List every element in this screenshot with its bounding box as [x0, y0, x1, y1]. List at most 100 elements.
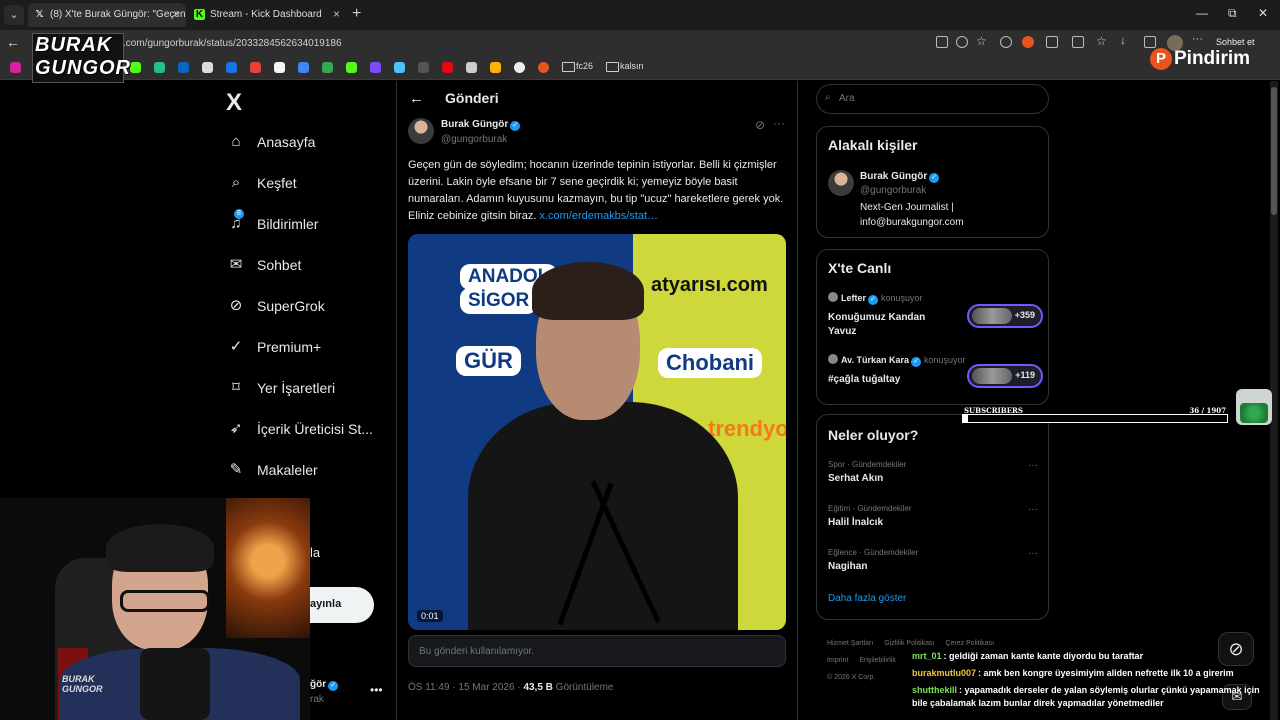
gmail-bookmark-icon[interactable] [250, 62, 261, 73]
browser-back-button[interactable]: ← [6, 34, 20, 50]
footer-link[interactable]: Erişilebilirlik [859, 657, 896, 664]
downloads-icon[interactable]: ↓ [1120, 33, 1132, 47]
favorite-star-icon[interactable]: ☆ [976, 34, 988, 48]
kick-favicon-icon: K [194, 9, 205, 20]
bookmark-icon[interactable] [370, 62, 381, 73]
maximize-button[interactable]: ⧉ [1228, 6, 1237, 21]
footer-link[interactable]: Gizlilik Politikası [884, 640, 934, 647]
footer-link[interactable]: Çerez Politikası [945, 640, 994, 647]
nav-item-explore[interactable]: ⌕ Keşfet [220, 168, 390, 198]
kick-bookmark-icon[interactable] [130, 62, 141, 73]
speaker-hair [532, 262, 644, 320]
bookmark-icon[interactable] [346, 62, 357, 73]
verified-icon: ✓ [510, 121, 521, 131]
more-icon[interactable]: ··· [1028, 504, 1038, 515]
video-player[interactable]: ANADOL SİGOR atyarısı.com GÜR Chobani tr… [408, 234, 786, 630]
close-window-button[interactable]: ✕ [1258, 6, 1268, 20]
footer-link[interactable]: Imprint [827, 657, 848, 664]
live-listeners-pill[interactable]: +359 [967, 304, 1043, 328]
account-name[interactable]: ğör ✓ [310, 679, 339, 691]
nav-item-notifications[interactable]: ♫ 8 Bildirimler [220, 209, 390, 239]
tweet-link[interactable]: x.com/erdemakbs/stat… [539, 210, 658, 222]
post-meta: ÖS 11:49 · 15 Mar 2026 · 43,5 B Görüntül… [408, 682, 614, 693]
favorites-icon[interactable]: ☆ [1096, 34, 1108, 48]
account-more-icon[interactable]: ••• [370, 683, 383, 697]
extensions-puzzle-icon[interactable] [1046, 36, 1058, 48]
related-handle[interactable]: @gungorburak [860, 185, 926, 196]
bookmark-icon[interactable] [442, 62, 453, 73]
nav-item-articles[interactable]: ✎ Makaleler [220, 455, 390, 485]
instagram-bookmark-icon[interactable] [10, 62, 21, 73]
author-avatar[interactable] [408, 118, 434, 144]
live-space-item[interactable]: Av. Türkan Kara ✓ konuşuyor #çağla tuğalta… [828, 354, 1043, 398]
nav-item-messages[interactable]: ✉ Sohbet [220, 250, 390, 280]
more-icon[interactable]: ··· [1028, 460, 1038, 471]
close-tab-icon[interactable]: × [173, 7, 180, 21]
sponsor-name: Pindirim [1174, 48, 1251, 69]
bookmark-icon[interactable] [298, 62, 309, 73]
bookmark-icon[interactable] [274, 62, 285, 73]
search-input[interactable]: ⌕ Ara [816, 84, 1049, 114]
new-tab-button[interactable]: + [352, 5, 361, 23]
trend-category: Spor · Gündemdekiler [828, 460, 907, 469]
scrollbar-thumb[interactable] [1271, 87, 1277, 215]
bookmark-icon[interactable] [538, 62, 549, 73]
bookmark-icon[interactable] [466, 62, 477, 73]
more-menu-icon[interactable]: ··· [1192, 33, 1204, 45]
nav-item-supergrok[interactable]: ⊘ SuperGrok [220, 291, 390, 321]
bookmark-icon[interactable] [490, 62, 501, 73]
tab-actions-menu[interactable]: ⌄ [4, 5, 24, 25]
drive-bookmark-icon[interactable] [322, 62, 333, 73]
bookmark-icon[interactable] [418, 62, 429, 73]
nav-item-home[interactable]: ⌂ Anasayfa [220, 127, 390, 157]
more-icon[interactable]: ··· [1028, 548, 1038, 559]
post-button[interactable]: ayınla [310, 587, 374, 623]
linkedin-bookmark-icon[interactable] [178, 62, 189, 73]
premium-icon: ✓ [229, 338, 243, 355]
trend-item[interactable]: Spor · Gündemdekiler Serhat Akın ··· [828, 460, 1038, 484]
related-bio: Next-Gen Journalist | info@burakgungor.c… [860, 200, 964, 230]
sponsor-mark: P [1150, 48, 1172, 70]
related-avatar[interactable] [828, 170, 854, 196]
post-timestamp[interactable]: ÖS 11:49 · 15 Mar 2026 · [408, 682, 523, 693]
subscriber-goal: SUBSCRIBERS 36 / 1907 [962, 406, 1228, 424]
footer-link[interactable]: Hizmet Şartları [827, 640, 873, 647]
nav-item-bookmarks[interactable]: ⌑ Yer İşaretleri [220, 373, 390, 403]
app-install-icon[interactable] [936, 36, 948, 48]
tab-kick-dashboard[interactable]: K Stream - Kick Dashboard × [188, 3, 346, 27]
back-arrow-icon[interactable]: ← [409, 90, 424, 107]
bookmark-folder-fc26[interactable]: fc26 [562, 61, 593, 72]
url-field[interactable]: x.com/gungorburak/status/203328456263401… [118, 35, 938, 52]
chair-logo: BURAK GUNGOR [62, 674, 103, 694]
read-aloud-icon[interactable] [956, 36, 968, 48]
post-more-icon[interactable]: ··· [773, 116, 785, 130]
bookmark-icon[interactable] [202, 62, 213, 73]
nav-item-creator-studio[interactable]: ➶ İçerik Üreticisi St... [220, 414, 390, 444]
trend-item[interactable]: Eğlence · Gündemdekiler Nagihan ··· [828, 548, 1038, 572]
author-name[interactable]: Burak Güngör ✓ [441, 119, 521, 131]
split-screen-icon[interactable] [1072, 36, 1084, 48]
refresh-extension-icon[interactable] [1000, 36, 1012, 48]
bookmark-icon[interactable] [154, 62, 165, 73]
live-space-item[interactable]: Lefter ✓ konuşuyor Konuğumuz Kandan Yavuz … [828, 292, 1043, 340]
grok-explain-icon[interactable]: ⊘ [755, 118, 765, 132]
author-handle[interactable]: @gungorburak [441, 134, 507, 145]
minimize-button[interactable]: — [1196, 6, 1208, 20]
live-listeners-pill[interactable]: +119 [967, 364, 1043, 388]
trend-item[interactable]: Eğitim · Gündemdekiler Halil İnalcık ··· [828, 504, 1038, 528]
close-tab-icon[interactable]: × [333, 7, 340, 21]
tab-x-post[interactable]: 𝕏 (8) X'te Burak Güngör: "Geçen gün × [28, 3, 186, 27]
bookmark-icon[interactable] [394, 62, 405, 73]
screenshot-icon[interactable] [1144, 36, 1156, 48]
nav-item-partial[interactable]: la [310, 545, 320, 560]
copilot-chat-button[interactable]: Sohbet et [1216, 37, 1255, 47]
nav-label: SuperGrok [257, 298, 325, 314]
bookmark-folder-kalsin[interactable]: kalsın [606, 61, 644, 72]
related-name[interactable]: Burak Güngör ✓ [860, 171, 940, 183]
extension-orange-icon[interactable] [1022, 36, 1034, 48]
bookmark-icon[interactable] [226, 62, 237, 73]
x-logo-icon[interactable]: X [226, 89, 242, 117]
show-more-link[interactable]: Daha fazla göster [828, 593, 906, 604]
nav-item-premium[interactable]: ✓ Premium+ [220, 332, 390, 362]
bookmark-icon[interactable] [514, 62, 525, 73]
